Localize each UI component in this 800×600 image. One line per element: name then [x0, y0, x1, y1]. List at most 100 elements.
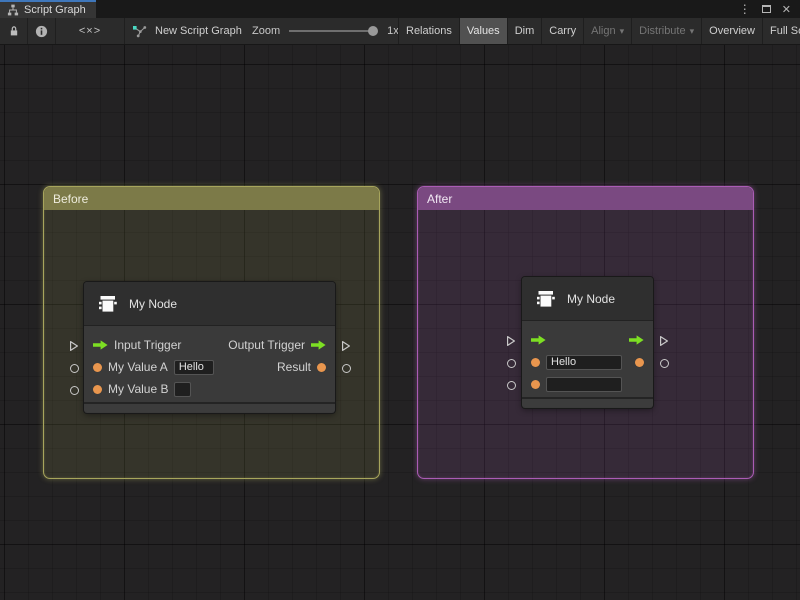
value-a-label: My Value A — [108, 360, 168, 374]
zoom-label: Zoom — [252, 25, 280, 37]
window-controls: ⋮ ✕ — [739, 0, 800, 18]
flow-in-port-icon[interactable] — [531, 335, 546, 345]
distribute-dropdown[interactable]: Distribute ▾ — [631, 18, 701, 44]
port-slot — [503, 374, 519, 396]
value-b-input[interactable] — [174, 382, 191, 397]
node-after[interactable]: My Node — [522, 277, 653, 408]
value-b-label: My Value B — [108, 382, 168, 396]
port-slot — [66, 335, 82, 357]
inspect-code-button[interactable]: <×> — [56, 18, 125, 44]
port-slot — [503, 352, 519, 374]
node-before-body: Input Trigger Output Trigger My Value A … — [84, 326, 335, 400]
value-port-circle-icon[interactable] — [660, 359, 669, 368]
value-port-circle-icon[interactable] — [507, 381, 516, 390]
group-before-header[interactable]: Before — [44, 187, 379, 210]
code-icon: <×> — [79, 25, 101, 37]
zoom-slider[interactable] — [289, 30, 375, 32]
flow-port-triangle-icon[interactable] — [506, 335, 516, 347]
node-after-header: My Node — [522, 277, 653, 321]
node-before-left-ports — [66, 335, 82, 401]
value-out-port-icon[interactable] — [317, 363, 326, 372]
value-in-port-icon[interactable] — [531, 380, 540, 389]
lock-button[interactable] — [0, 18, 28, 44]
relations-button[interactable]: Relations — [398, 18, 459, 44]
value-b-input[interactable] — [546, 377, 622, 392]
value-port-circle-icon[interactable] — [70, 364, 79, 373]
trigger-row — [522, 329, 653, 351]
port-slot — [656, 352, 672, 374]
script-graph-window: Script Graph ⋮ ✕ — [0, 0, 800, 600]
value-a-input[interactable] — [546, 355, 622, 370]
info-icon — [35, 25, 48, 38]
tab-script-graph[interactable]: Script Graph — [0, 0, 96, 18]
node-title: My Node — [129, 297, 177, 311]
node-title: My Node — [567, 292, 615, 306]
value-port-circle-icon[interactable] — [70, 386, 79, 395]
script-graph-icon — [132, 25, 147, 38]
tab-bar: Script Graph ⋮ ✕ — [0, 0, 800, 18]
node-after-right-ports — [656, 330, 672, 374]
node-before-header: My Node — [84, 282, 335, 326]
flow-out-port-icon[interactable] — [629, 335, 644, 345]
toolbar: <×> New Script Graph Zoom 1x Relations — [0, 18, 800, 45]
graph-name-label: New Script Graph — [155, 25, 242, 37]
value-port-circle-icon[interactable] — [507, 359, 516, 368]
lock-icon — [8, 25, 20, 37]
window-menu-icon[interactable]: ⋮ — [739, 2, 751, 16]
node-icon — [96, 292, 120, 316]
graph-hierarchy-icon — [7, 4, 19, 16]
port-slot — [503, 330, 519, 352]
carry-button[interactable]: Carry — [541, 18, 583, 44]
port-slot — [338, 357, 354, 379]
align-dropdown[interactable]: Align ▾ — [583, 18, 631, 44]
close-icon[interactable]: ✕ — [782, 3, 791, 16]
flow-port-triangle-icon[interactable] — [69, 340, 79, 352]
node-after-left-ports — [503, 330, 519, 396]
values-button[interactable]: Values — [459, 18, 507, 44]
flow-port-triangle-icon[interactable] — [341, 340, 351, 352]
node-after-body — [522, 321, 653, 395]
node-footer — [522, 397, 653, 407]
zoom-value: 1x — [387, 25, 399, 37]
value-b-row: My Value B — [84, 378, 335, 400]
flow-out-port-icon[interactable] — [311, 340, 326, 350]
flow-in-port-icon[interactable] — [93, 340, 108, 350]
result-label: Result — [277, 360, 311, 374]
chevron-down-icon: ▾ — [620, 26, 625, 37]
value-a-row: My Value A Result — [84, 356, 335, 378]
value-in-port-icon[interactable] — [93, 385, 102, 394]
flow-port-triangle-icon[interactable] — [659, 335, 669, 347]
trigger-row: Input Trigger Output Trigger — [84, 334, 335, 356]
overview-button[interactable]: Overview — [701, 18, 762, 44]
toolbar-left-group: <×> — [0, 18, 125, 44]
value-in-port-icon[interactable] — [93, 363, 102, 372]
value-a-row — [522, 351, 653, 373]
value-b-row — [522, 373, 653, 395]
tab-title: Script Graph — [24, 4, 86, 16]
group-after-title: After — [427, 192, 452, 206]
port-slot — [656, 330, 672, 352]
value-in-port-icon[interactable] — [531, 358, 540, 367]
dim-button[interactable]: Dim — [507, 18, 542, 44]
node-before[interactable]: My Node Input Trigger Output Trigger — [84, 282, 335, 413]
value-out-port-icon[interactable] — [635, 358, 644, 367]
input-trigger-label: Input Trigger — [114, 338, 181, 352]
graph-canvas[interactable]: Before After My Node — [0, 45, 800, 600]
node-before-right-ports — [338, 335, 354, 379]
value-port-circle-icon[interactable] — [342, 364, 351, 373]
zoom-slider-handle[interactable] — [368, 26, 378, 36]
info-button[interactable] — [28, 18, 56, 44]
fullscreen-button[interactable]: Full Screen — [762, 18, 800, 44]
port-slot — [66, 379, 82, 401]
zoom-control: Zoom 1x — [252, 18, 399, 44]
view-options: Relations Values Dim Carry Align ▾ Distr… — [398, 18, 800, 44]
graph-breadcrumb[interactable]: New Script Graph — [132, 18, 242, 44]
value-a-input[interactable] — [174, 360, 214, 375]
group-after-header[interactable]: After — [418, 187, 753, 210]
node-icon — [534, 287, 558, 311]
output-trigger-label: Output Trigger — [228, 338, 305, 352]
node-footer — [84, 402, 335, 412]
port-slot — [66, 357, 82, 379]
chevron-down-icon: ▾ — [690, 26, 695, 37]
maximize-icon[interactable] — [762, 5, 771, 13]
